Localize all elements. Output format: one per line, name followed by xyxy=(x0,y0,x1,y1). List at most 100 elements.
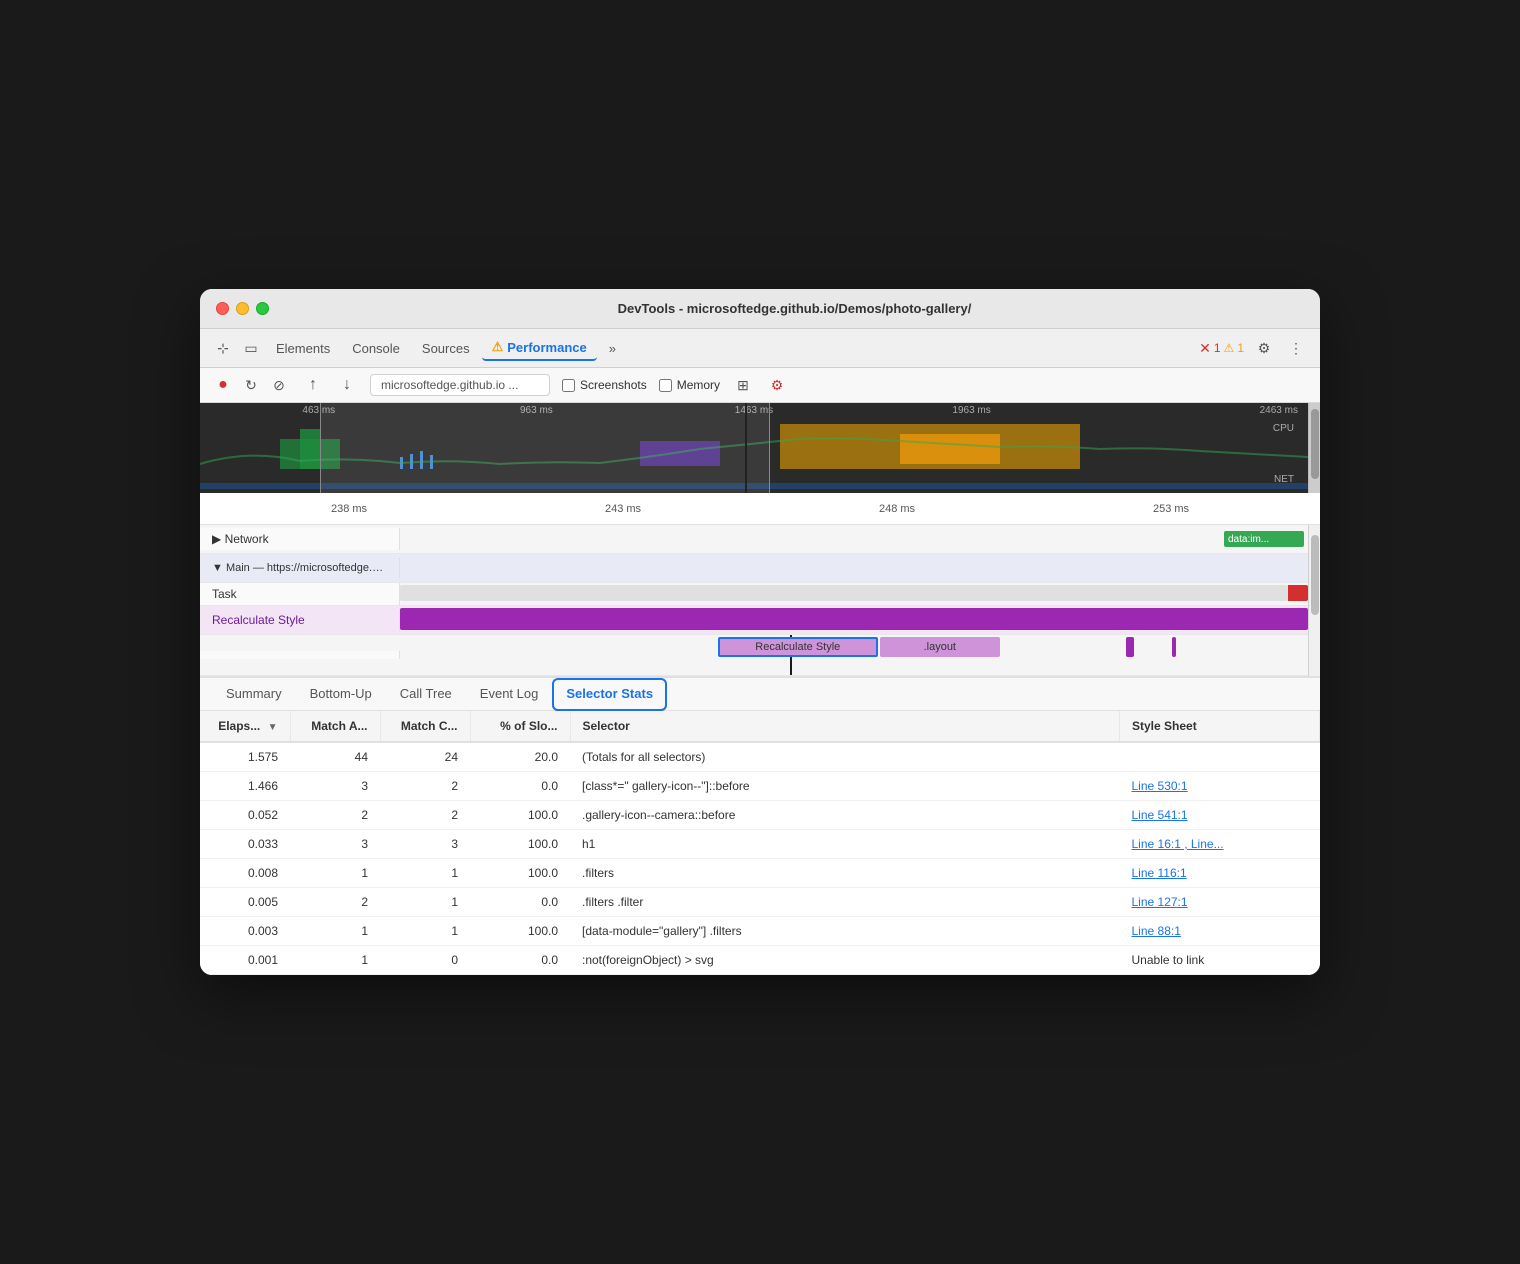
cell-match-attempts: 3 xyxy=(290,830,380,859)
col-header-match-count[interactable]: Match C... xyxy=(380,711,470,742)
track-task: Task xyxy=(200,583,1308,606)
title-bar: DevTools - microsoftedge.github.io/Demos… xyxy=(200,289,1320,329)
flame-label xyxy=(200,651,400,659)
toolbar-icons: ✕ 1 ⚠ 1 ⚙ ⋮ xyxy=(1199,336,1308,360)
download-icon[interactable]: ↓ xyxy=(336,374,358,396)
cell-selector: (Totals for all selectors) xyxy=(570,742,1120,772)
memory-checkbox[interactable]: Memory xyxy=(659,378,720,392)
screenshots-checkbox-input[interactable] xyxy=(562,379,575,392)
cell-elapsed: 0.052 xyxy=(200,801,290,830)
minimize-button[interactable] xyxy=(236,302,249,315)
performance-toolbar: ● ↻ ⊘ ↑ ↓ microsoftedge.github.io ... Sc… xyxy=(200,368,1320,403)
task-label-text: Task xyxy=(212,587,237,601)
screenshots-checkbox[interactable]: Screenshots xyxy=(562,378,647,392)
track-main-header: ▼ Main — https://microsoftedge.github.io… xyxy=(200,554,1308,583)
tab-more[interactable]: » xyxy=(599,337,626,360)
tracks-scrollbar[interactable] xyxy=(1308,525,1320,676)
col-header-pct-slow[interactable]: % of Slo... xyxy=(470,711,570,742)
timeline-overview[interactable]: 463 ms 963 ms 1463 ms 1963 ms 2463 ms xyxy=(200,403,1308,493)
col-header-stylesheet[interactable]: Style Sheet xyxy=(1120,711,1320,742)
cell-selector: :not(foreignObject) > svg xyxy=(570,946,1120,975)
timeline-cursor xyxy=(745,403,747,493)
devtools-icons: ⊹ ▭ xyxy=(212,337,262,359)
tab-performance[interactable]: ⚠ Performance xyxy=(482,335,597,361)
flame-content: Recalculate Style .layout xyxy=(400,635,1308,675)
upload-icon[interactable]: ↑ xyxy=(302,374,324,396)
stylesheet-link[interactable]: Line 127:1 xyxy=(1132,895,1188,909)
tab-event-log[interactable]: Event Log xyxy=(466,678,553,711)
stylesheet-link[interactable]: Line 116:1 xyxy=(1132,866,1187,880)
network-track-label[interactable]: ▶ Network xyxy=(200,528,400,550)
col-header-elapsed[interactable]: Elaps... ▼ xyxy=(200,711,290,742)
task-content xyxy=(400,583,1308,605)
stylesheet-link[interactable]: Line 88:1 xyxy=(1132,924,1181,938)
cell-match-count: 1 xyxy=(380,859,470,888)
cpu-throttle-icon[interactable]: ⊞ xyxy=(732,374,754,396)
record-icon[interactable]: ● xyxy=(212,374,234,396)
stylesheet-link[interactable]: Line 541:1 xyxy=(1132,808,1188,822)
settings-icon[interactable]: ⚙ xyxy=(1252,336,1276,360)
inspect-icon[interactable]: ⊹ xyxy=(212,337,234,359)
memory-checkbox-input[interactable] xyxy=(659,379,672,392)
cell-match-attempts: 3 xyxy=(290,772,380,801)
stylesheet-link[interactable]: Line 16:1 , Line... xyxy=(1132,837,1224,851)
main-label-text: ▼ Main — https://microsoftedge.github.io… xyxy=(212,562,387,574)
recalc-content xyxy=(400,606,1308,634)
settings-gear-icon[interactable]: ⚙ xyxy=(766,374,788,396)
tab-summary[interactable]: Summary xyxy=(212,678,296,711)
detail-mark-3: 248 ms xyxy=(879,503,915,515)
more-options-icon[interactable]: ⋮ xyxy=(1284,336,1308,360)
warning-count: 1 xyxy=(1237,341,1244,355)
main-track-label[interactable]: ▼ Main — https://microsoftedge.github.io… xyxy=(200,558,400,578)
table-row: 0.00811100.0.filtersLine 116:1 xyxy=(200,859,1320,888)
cell-stylesheet[interactable]: Line 116:1 xyxy=(1120,859,1320,888)
net-label: NET xyxy=(1274,474,1294,485)
timeline-scrollbar[interactable] xyxy=(1308,403,1320,493)
close-button[interactable] xyxy=(216,302,229,315)
tab-elements[interactable]: Elements xyxy=(266,337,340,360)
ruler-mark-5: 2463 ms xyxy=(1080,405,1298,416)
cell-match-count: 2 xyxy=(380,772,470,801)
col-header-match-attempts[interactable]: Match A... xyxy=(290,711,380,742)
maximize-button[interactable] xyxy=(256,302,269,315)
table-row: 1.466320.0[class*=" gallery-icon--"]::be… xyxy=(200,772,1320,801)
clear-icon[interactable]: ⊘ xyxy=(268,374,290,396)
cell-match-attempts: 44 xyxy=(290,742,380,772)
cell-stylesheet[interactable]: Line 541:1 xyxy=(1120,801,1320,830)
tab-bottom-up[interactable]: Bottom-Up xyxy=(296,678,386,711)
cell-match-count: 0 xyxy=(380,946,470,975)
timeline-scrollbar-thumb[interactable] xyxy=(1311,409,1319,479)
col-header-selector[interactable]: Selector xyxy=(570,711,1120,742)
cell-stylesheet[interactable]: Line 16:1 , Line... xyxy=(1120,830,1320,859)
tab-console[interactable]: Console xyxy=(342,337,410,360)
timeline-selection[interactable] xyxy=(320,403,770,493)
cell-pct-slow: 100.0 xyxy=(470,830,570,859)
table-row: 0.03333100.0h1Line 16:1 , Line... xyxy=(200,830,1320,859)
flame-chip-recalculate[interactable]: Recalculate Style xyxy=(718,637,878,657)
table-row: 1.575442420.0(Totals for all selectors) xyxy=(200,742,1320,772)
device-icon[interactable]: ▭ xyxy=(240,337,262,359)
cpu-label: CPU xyxy=(1273,423,1294,434)
cell-stylesheet[interactable]: Line 88:1 xyxy=(1120,917,1320,946)
tracks-wrapper: ▶ Network data:im... ▼ Main — https://mi… xyxy=(200,525,1320,676)
cell-stylesheet[interactable]: Line 127:1 xyxy=(1120,888,1320,917)
tab-sources[interactable]: Sources xyxy=(412,337,480,360)
track-network: ▶ Network data:im... xyxy=(200,525,1308,554)
stylesheet-link[interactable]: Line 530:1 xyxy=(1132,779,1188,793)
tab-call-tree[interactable]: Call Tree xyxy=(386,678,466,711)
timeline-overview-wrapper: 463 ms 963 ms 1463 ms 1963 ms 2463 ms xyxy=(200,403,1320,493)
refresh-icon[interactable]: ↻ xyxy=(240,374,262,396)
cell-match-count: 1 xyxy=(380,888,470,917)
recalc-label: Recalculate Style xyxy=(200,609,400,631)
network-label-text: ▶ Network xyxy=(212,532,269,546)
table-row: 0.001100.0:not(foreignObject) > svgUnabl… xyxy=(200,946,1320,975)
tab-selector-stats[interactable]: Selector Stats xyxy=(552,678,667,711)
table-body: 1.575442420.0(Totals for all selectors)1… xyxy=(200,742,1320,975)
flame-small-bar-1 xyxy=(1126,637,1134,657)
tracks-scrollbar-thumb[interactable] xyxy=(1311,535,1319,615)
cell-stylesheet[interactable]: Line 530:1 xyxy=(1120,772,1320,801)
error-badge: ✕ 1 ⚠ 1 xyxy=(1199,340,1244,357)
task-label: Task xyxy=(200,583,400,605)
flame-chip-layout[interactable]: .layout xyxy=(880,637,1000,657)
cell-elapsed: 1.466 xyxy=(200,772,290,801)
